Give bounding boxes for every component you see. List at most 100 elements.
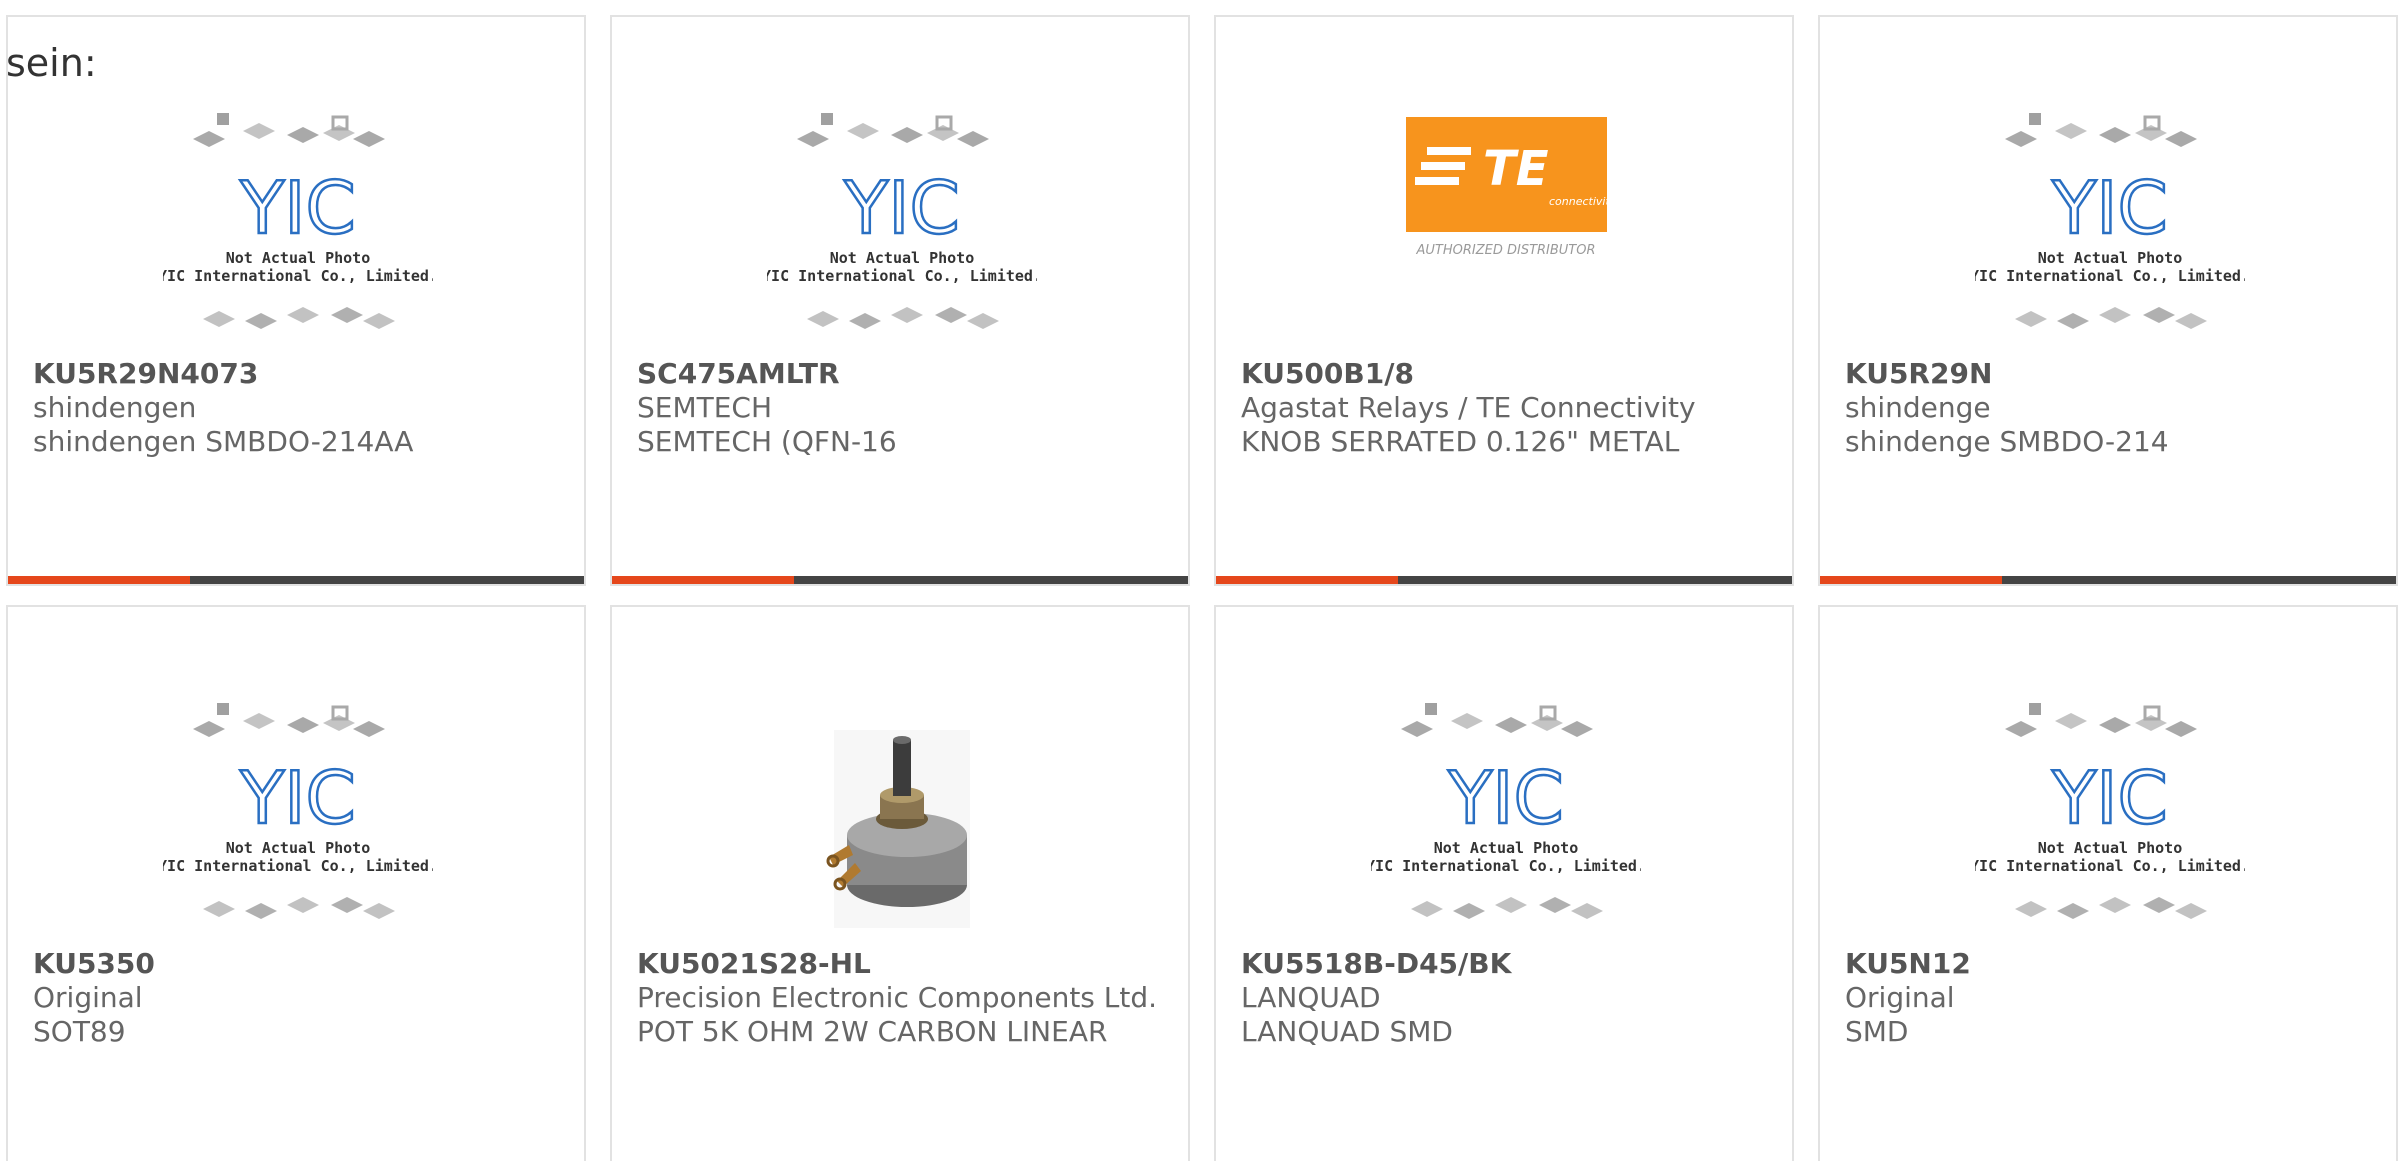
chip-icon	[323, 715, 355, 731]
part-number-link[interactable]: KU500B1/8	[1241, 357, 1772, 391]
chip-icon	[193, 131, 225, 147]
product-card[interactable]: YIC Not Actual Photo YIC International Co.…	[1214, 605, 1794, 1161]
placeholder-company: YIC International Co., Limited.	[1371, 857, 1641, 875]
chip-icon	[1451, 713, 1483, 729]
chip-icon	[217, 113, 229, 125]
chip-icon	[1495, 897, 1527, 913]
product-card[interactable]: YIC Not Actual Photo YIC International Co.…	[1818, 605, 2398, 1161]
placeholder-caption: Not Actual Photo	[2038, 839, 2183, 857]
not-actual-photo-image[interactable]: YICNot Actual PhotoYIC International Co.…	[163, 695, 433, 945]
not-actual-photo-image[interactable]: YICNot Actual PhotoYIC International Co.…	[1975, 105, 2245, 355]
chip-icon	[2175, 903, 2207, 919]
chip-icon	[2029, 703, 2041, 715]
product-info: KU5N12 Original SMD	[1845, 947, 2376, 1049]
chip-icon	[821, 113, 833, 125]
chip-icon	[957, 131, 989, 147]
card-footer-bar	[1820, 576, 2396, 584]
description: POT 5K OHM 2W CARBON LINEAR	[637, 1015, 1108, 1048]
chip-icon	[2165, 131, 2197, 147]
description: shindengen SMBDO-214AA	[33, 425, 414, 458]
chip-icon	[203, 311, 235, 327]
yic-logo: YIC	[239, 756, 356, 840]
product-info: KU5R29N shindenge shindenge SMBDO-214	[1845, 357, 2376, 459]
product-grid-page: sein: YIC Not Actual Photo YIC Internation…	[0, 0, 2400, 1161]
chip-icon	[353, 721, 385, 737]
chip-icon	[331, 897, 363, 913]
te-connectivity-logo[interactable]: TE connectivity AUTHORIZED DISTRIBUTOR	[1371, 105, 1641, 355]
manufacturer: LANQUAD	[1241, 981, 1381, 1014]
part-number-link[interactable]: SC475AMLTR	[637, 357, 1168, 391]
chip-icon	[891, 307, 923, 323]
chip-icon	[287, 127, 319, 143]
chip-icon	[2099, 717, 2131, 733]
te-logo-brand: TE	[1483, 141, 1549, 197]
placeholder-caption: Not Actual Photo	[226, 839, 371, 857]
product-info: KU5518B-D45/BK LANQUAD LANQUAD SMD	[1241, 947, 1772, 1049]
chip-icon	[2005, 131, 2037, 147]
product-info: KU500B1/8 Agastat Relays / TE Connectivi…	[1241, 357, 1772, 459]
chip-icon	[2015, 311, 2047, 327]
description: shindenge SMBDO-214	[1845, 425, 2169, 458]
chip-icon	[353, 131, 385, 147]
not-actual-photo-image[interactable]: YICNot Actual PhotoYIC International Co.…	[767, 105, 1037, 355]
chip-icon	[331, 307, 363, 323]
chip-icon	[1453, 903, 1485, 919]
chip-icon	[2143, 897, 2175, 913]
product-info: SC475AMLTR SEMTECH SEMTECH (QFN-16	[637, 357, 1168, 459]
product-card[interactable]: TE connectivity AUTHORIZED DISTRIBUTOR K…	[1214, 15, 1794, 586]
chip-icon	[1425, 703, 1437, 715]
chip-icon	[935, 307, 967, 323]
part-number-link[interactable]: KU5021S28-HL	[637, 947, 1168, 981]
product-card[interactable]: YIC Not Actual Photo YIC International Co.…	[610, 15, 1190, 586]
chip-icon	[1401, 721, 1433, 737]
part-number-link[interactable]: KU5R29N	[1845, 357, 2376, 391]
part-number-link[interactable]: KU5350	[33, 947, 564, 981]
manufacturer: Agastat Relays / TE Connectivity	[1241, 391, 1696, 424]
chip-icon	[217, 703, 229, 715]
chip-icon	[203, 901, 235, 917]
chip-icon	[323, 125, 355, 141]
yic-logo: YIC	[1447, 756, 1564, 840]
part-number-link[interactable]: KU5518B-D45/BK	[1241, 947, 1772, 981]
product-info: KU5350 Original SOT89	[33, 947, 564, 1049]
manufacturer: Precision Electronic Components Ltd.	[637, 981, 1158, 1014]
placeholder-company: YIC International Co., Limited.	[767, 267, 1037, 285]
chip-icon	[2057, 903, 2089, 919]
not-actual-photo-image[interactable]: YICNot Actual PhotoYIC International Co.…	[1371, 695, 1641, 945]
chip-icon	[891, 127, 923, 143]
chip-icon	[287, 307, 319, 323]
chip-icon	[287, 717, 319, 733]
potentiometer-photo[interactable]	[767, 695, 1037, 945]
chip-icon	[245, 313, 277, 329]
chip-icon	[193, 721, 225, 737]
chip-icon	[2135, 125, 2167, 141]
placeholder-caption: Not Actual Photo	[2038, 249, 2183, 267]
product-card[interactable]: KU5021S28-HL Precision Electronic Compon…	[610, 605, 1190, 1161]
product-card[interactable]: YIC Not Actual Photo YIC International Co.…	[6, 605, 586, 1161]
chip-icon	[1495, 717, 1527, 733]
placeholder-company: YIC International Co., Limited.	[1975, 857, 2245, 875]
chip-icon	[967, 313, 999, 329]
chip-icon	[2099, 307, 2131, 323]
chip-icon	[1411, 901, 1443, 917]
chip-icon	[847, 123, 879, 139]
chip-icon	[243, 123, 275, 139]
chip-icon	[363, 903, 395, 919]
not-actual-photo-image[interactable]: YICNot Actual PhotoYIC International Co.…	[1975, 695, 2245, 945]
product-card[interactable]: YIC Not Actual Photo YIC International Co.…	[1818, 15, 2398, 586]
product-card[interactable]: YIC Not Actual Photo YIC International Co.…	[6, 15, 586, 586]
yic-logo: YIC	[843, 166, 960, 250]
part-number-link[interactable]: KU5R29N4073	[33, 357, 564, 391]
manufacturer: Original	[33, 981, 143, 1014]
not-actual-photo-image[interactable]: YICNot Actual PhotoYIC International Co.…	[163, 105, 433, 355]
chip-icon	[927, 125, 959, 141]
chip-icon	[797, 131, 829, 147]
te-logo-caption: AUTHORIZED DISTRIBUTOR	[1415, 243, 1595, 258]
yic-logo: YIC	[2051, 756, 2168, 840]
chip-icon	[807, 311, 839, 327]
te-logo-sub: connectivity	[1549, 195, 1617, 208]
part-number-link[interactable]: KU5N12	[1845, 947, 2376, 981]
placeholder-caption: Not Actual Photo	[226, 249, 371, 267]
description: LANQUAD SMD	[1241, 1015, 1453, 1048]
card-footer-accent	[8, 576, 190, 584]
